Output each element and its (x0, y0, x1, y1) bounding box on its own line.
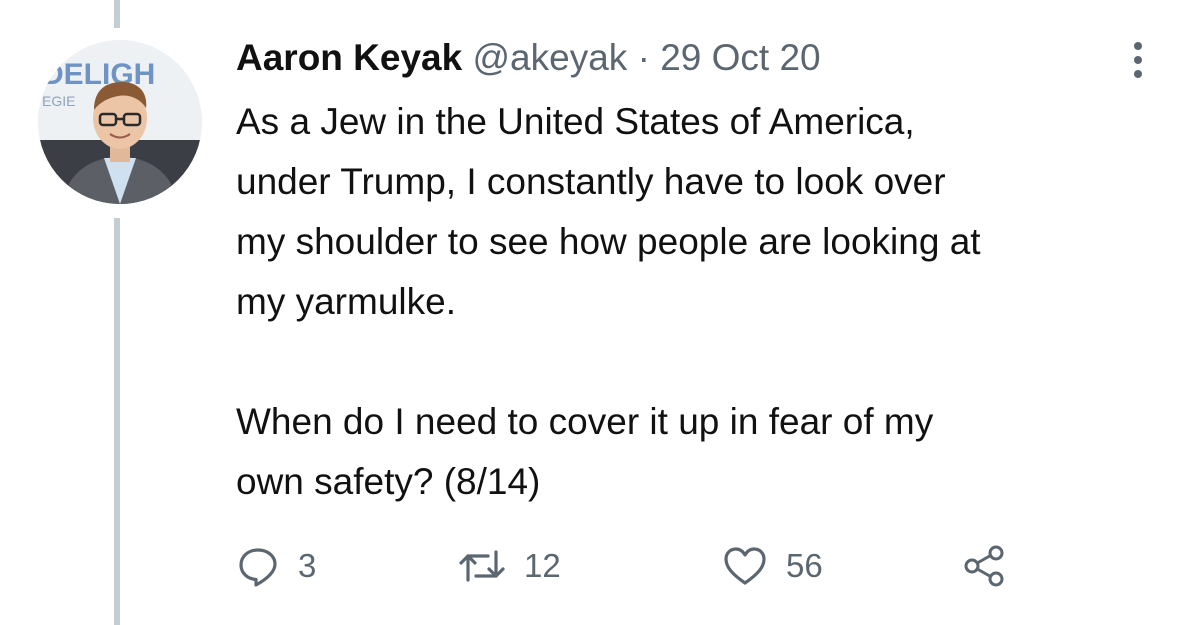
header-separator: · (637, 37, 650, 78)
reply-button[interactable]: 3 (236, 540, 316, 592)
share-icon (964, 545, 1004, 587)
like-count: 56 (786, 547, 823, 584)
reply-icon (239, 548, 277, 587)
retweet-button[interactable]: 12 (458, 540, 561, 592)
more-vertical-icon (1134, 42, 1142, 78)
avatar-banner-subtext: EGIE (42, 93, 75, 109)
tweet-paragraph: As a Jew in the United States of America… (236, 101, 981, 322)
tweet-paragraph: When do I need to cover it up in fear of… (236, 401, 934, 502)
avatar-photo: DELIGH EGIE (38, 40, 202, 204)
more-options-button[interactable] (1118, 38, 1158, 82)
avatar[interactable]: DELIGH EGIE (38, 40, 202, 204)
reply-count: 3 (298, 547, 317, 584)
author-handle[interactable]: @akeyak (473, 37, 628, 78)
avatar-banner-text: DELIGH (42, 58, 155, 91)
thread-line-bottom (114, 218, 120, 625)
tweet-text: As a Jew in the United States of America… (236, 92, 1176, 512)
author-name[interactable]: Aaron Keyak (236, 37, 462, 78)
retweet-icon (459, 550, 505, 582)
tweet-header: Aaron Keyak @akeyak · 29 Oct 20 (236, 34, 821, 82)
like-button[interactable]: 56 (722, 540, 823, 592)
tweet-card[interactable]: DELIGH EGIE Aaron Keyak @akeyak · 29 Oct (0, 0, 1200, 625)
tweet-actions: 3 12 56 (236, 540, 1096, 592)
tweet-date[interactable]: 29 Oct 20 (660, 37, 820, 78)
share-button[interactable] (961, 540, 1007, 592)
like-icon (724, 547, 766, 585)
retweet-count: 12 (524, 547, 561, 584)
thread-line-top (114, 0, 120, 28)
